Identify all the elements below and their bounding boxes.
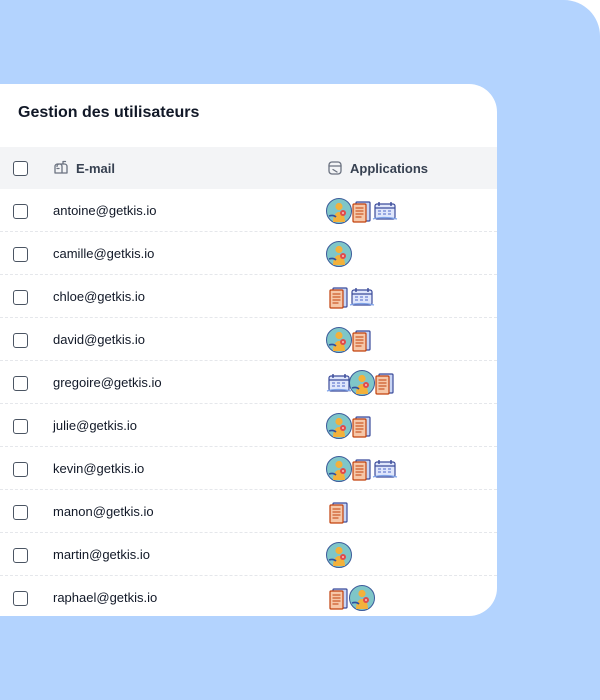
user-email: chloe@getkis.io — [53, 289, 145, 304]
user-email: manon@getkis.io — [53, 504, 154, 519]
applications-column-label: Applications — [350, 160, 429, 176]
table-row[interactable]: david@getkis.io — [0, 318, 497, 361]
person-app-icon[interactable] — [326, 241, 352, 267]
select-all-checkbox[interactable] — [13, 161, 28, 176]
user-email: julie@getkis.io — [53, 418, 138, 433]
document-app-icon[interactable] — [349, 327, 375, 353]
email-column-label: E-mail — [76, 160, 116, 176]
table-row[interactable]: chloe@getkis.io — [0, 275, 497, 318]
user-apps — [326, 412, 372, 440]
document-app-icon[interactable] — [372, 370, 398, 396]
row-checkbox[interactable] — [13, 505, 28, 520]
user-apps — [326, 369, 395, 397]
table-row[interactable]: raphael@getkis.io — [0, 576, 497, 619]
row-checkbox[interactable] — [13, 591, 28, 606]
user-email: raphael@getkis.io — [53, 590, 158, 605]
row-checkbox[interactable] — [13, 419, 28, 434]
user-apps — [326, 541, 352, 569]
table-header: E-mail Applications — [0, 147, 497, 189]
user-email: martin@getkis.io — [53, 547, 151, 562]
page-title: Gestion des utilisateurs — [18, 104, 200, 121]
row-checkbox[interactable] — [13, 204, 28, 219]
row-checkbox[interactable] — [13, 333, 28, 348]
table-row[interactable]: martin@getkis.io — [0, 533, 497, 576]
row-checkbox[interactable] — [13, 376, 28, 391]
email-column-header[interactable]: E-mail — [53, 147, 115, 189]
table-row[interactable]: julie@getkis.io — [0, 404, 497, 447]
row-checkbox[interactable] — [13, 290, 28, 305]
user-email: gregoire@getkis.io — [53, 375, 162, 390]
table-row[interactable]: antoine@getkis.io — [0, 189, 497, 232]
row-checkbox[interactable] — [13, 247, 28, 262]
person-app-icon[interactable] — [349, 585, 375, 611]
user-email: david@getkis.io — [53, 332, 145, 347]
document-app-icon[interactable] — [349, 413, 375, 439]
app-window-icon — [327, 160, 343, 176]
user-apps — [326, 326, 372, 354]
mailbox-icon — [53, 160, 69, 176]
user-apps — [326, 455, 398, 483]
user-apps — [326, 240, 352, 268]
row-checkbox[interactable] — [13, 548, 28, 563]
table-row[interactable]: camille@getkis.io — [0, 232, 497, 275]
user-email: camille@getkis.io — [53, 246, 155, 261]
user-apps — [326, 498, 349, 526]
table-row[interactable]: gregoire@getkis.io — [0, 361, 497, 404]
calendar-app-icon[interactable] — [372, 198, 398, 224]
person-app-icon[interactable] — [326, 542, 352, 568]
user-apps — [326, 283, 375, 311]
calendar-app-icon[interactable] — [372, 456, 398, 482]
row-checkbox[interactable] — [13, 462, 28, 477]
user-email: antoine@getkis.io — [53, 203, 157, 218]
calendar-app-icon[interactable] — [349, 284, 375, 310]
table-row[interactable]: manon@getkis.io — [0, 490, 497, 533]
applications-column-header[interactable]: Applications — [327, 147, 428, 189]
user-apps — [326, 584, 375, 612]
user-email: kevin@getkis.io — [53, 461, 145, 476]
document-app-icon[interactable] — [326, 499, 352, 525]
user-apps — [326, 197, 398, 225]
table-row[interactable]: kevin@getkis.io — [0, 447, 497, 490]
